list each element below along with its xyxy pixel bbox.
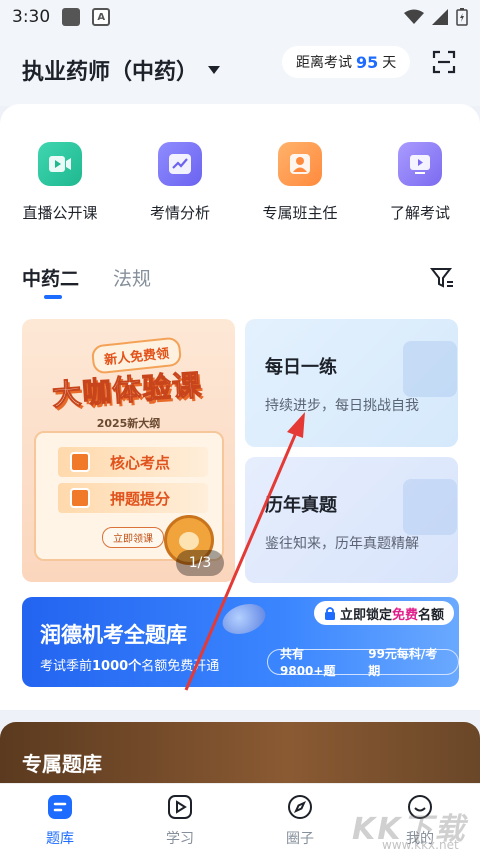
status-right bbox=[404, 8, 468, 26]
daily-title: 每日一练 bbox=[265, 357, 337, 378]
quick-action-exam-info[interactable]: 了解考试 bbox=[360, 142, 480, 223]
chart-icon bbox=[158, 142, 202, 186]
promo-item-core: 核心考点 bbox=[58, 447, 208, 477]
quick-action-analysis[interactable]: 考情分析 bbox=[120, 142, 240, 223]
nav-question-bank[interactable]: 题库 bbox=[0, 784, 120, 853]
promo-item-label: 押题提分 bbox=[110, 489, 171, 508]
compass-icon bbox=[288, 795, 312, 819]
nav-label: 学习 bbox=[166, 831, 194, 847]
target-icon bbox=[70, 452, 90, 472]
quick-action-label: 直播公开课 bbox=[22, 204, 98, 222]
history-title: 历年真题 bbox=[265, 495, 337, 516]
countdown-days: 95 bbox=[356, 52, 379, 72]
document-icon bbox=[403, 341, 457, 397]
bookmark-shield-icon bbox=[403, 479, 457, 535]
video-icon bbox=[38, 142, 82, 186]
question-bank-icon bbox=[48, 795, 72, 819]
quick-action-live[interactable]: 直播公开课 bbox=[0, 142, 120, 223]
countdown-prefix: 距离考试 bbox=[296, 55, 352, 71]
exam-countdown[interactable]: 距离考试 95 天 bbox=[282, 46, 411, 78]
tab-tcm-2[interactable]: 中药二 bbox=[22, 264, 79, 299]
price-info: 99元每科/考期 bbox=[368, 647, 438, 678]
promo-item-predict: 押题提分 bbox=[58, 483, 208, 513]
nav-label: 题库 bbox=[46, 831, 74, 847]
nav-community[interactable]: 圈子 bbox=[240, 784, 360, 853]
signal-icon bbox=[432, 9, 448, 25]
lock-icon bbox=[325, 607, 335, 620]
status-bar: 3:30 A bbox=[0, 0, 480, 34]
daily-practice-card[interactable]: 每日一练 持续进步，每日挑战自我 bbox=[245, 319, 458, 447]
claim-course-button[interactable]: 立即领课 bbox=[102, 527, 164, 548]
banner-info: 共有9800+题 99元每科/考期 bbox=[267, 647, 459, 678]
nav-study[interactable]: 学习 bbox=[120, 784, 240, 853]
tab-law[interactable]: 法规 bbox=[113, 264, 151, 291]
exam-title[interactable]: 执业药师（中药） bbox=[22, 54, 198, 86]
play-icon bbox=[168, 795, 192, 819]
battery-icon bbox=[456, 8, 468, 26]
lock-quota-button[interactable]: 立即锁定 免费 名额 bbox=[314, 601, 455, 625]
main-panel: 直播公开课 考情分析 专属班主任 了解考试 中药二 法规 新人免费领 大咖体验课… bbox=[0, 104, 480, 710]
filter-icon[interactable] bbox=[430, 266, 454, 290]
question-bank-banner[interactable]: 润德机考全题库 考试季前1000个名额免费开通 立即锁定 免费 名额 共有9800+… bbox=[22, 597, 459, 687]
scan-icon[interactable] bbox=[432, 50, 456, 74]
promo-subtitle: 2025新大纲 bbox=[96, 417, 161, 430]
question-count: 共有9800+题 bbox=[280, 647, 336, 678]
quick-action-label: 专属班主任 bbox=[262, 204, 338, 222]
paper-icon bbox=[70, 488, 90, 508]
app-notification-icon: A bbox=[92, 8, 111, 26]
teacher-icon bbox=[278, 142, 322, 186]
quick-action-teacher[interactable]: 专属班主任 bbox=[240, 142, 360, 223]
chevron-down-icon[interactable] bbox=[208, 66, 221, 74]
promo-title: 大咖体验课 bbox=[51, 367, 204, 413]
exclusive-bank-title: 专属题库 bbox=[22, 752, 102, 776]
nav-label: 圈子 bbox=[286, 831, 314, 847]
banner-subtitle: 考试季前1000个名额免费开通 bbox=[40, 659, 220, 674]
wifi-icon bbox=[404, 9, 424, 24]
daily-subtitle: 持续进步，每日挑战自我 bbox=[265, 398, 419, 414]
banner-title: 润德机考全题库 bbox=[40, 623, 187, 647]
subject-tabs: 中药二 法规 bbox=[22, 264, 151, 299]
promo-trial-course-card[interactable]: 新人免费领 大咖体验课 2025新大纲 核心考点 押题提分 立即领课 1/3 bbox=[22, 319, 235, 582]
quick-actions: 直播公开课 考情分析 专属班主任 了解考试 bbox=[0, 142, 480, 223]
quick-action-label: 了解考试 bbox=[389, 204, 450, 222]
planet-decoration-icon bbox=[218, 598, 270, 640]
play-screen-icon bbox=[398, 142, 442, 186]
watermark-url: www.kkx.net bbox=[382, 838, 459, 852]
history-subtitle: 鉴往知来，历年真题精解 bbox=[265, 536, 419, 552]
past-exams-card[interactable]: 历年真题 鉴往知来，历年真题精解 bbox=[245, 457, 458, 583]
promo-item-label: 核心考点 bbox=[110, 453, 171, 472]
quick-action-label: 考情分析 bbox=[149, 204, 210, 222]
header: 执业药师（中药） 距离考试 95 天 bbox=[0, 34, 480, 106]
status-time: 3:30 bbox=[12, 7, 51, 27]
exclusive-bank-section[interactable]: 专属题库 bbox=[0, 722, 480, 792]
notification-icon bbox=[62, 8, 81, 26]
carousel-pager: 1/3 bbox=[176, 550, 224, 576]
countdown-suffix: 天 bbox=[382, 55, 397, 71]
